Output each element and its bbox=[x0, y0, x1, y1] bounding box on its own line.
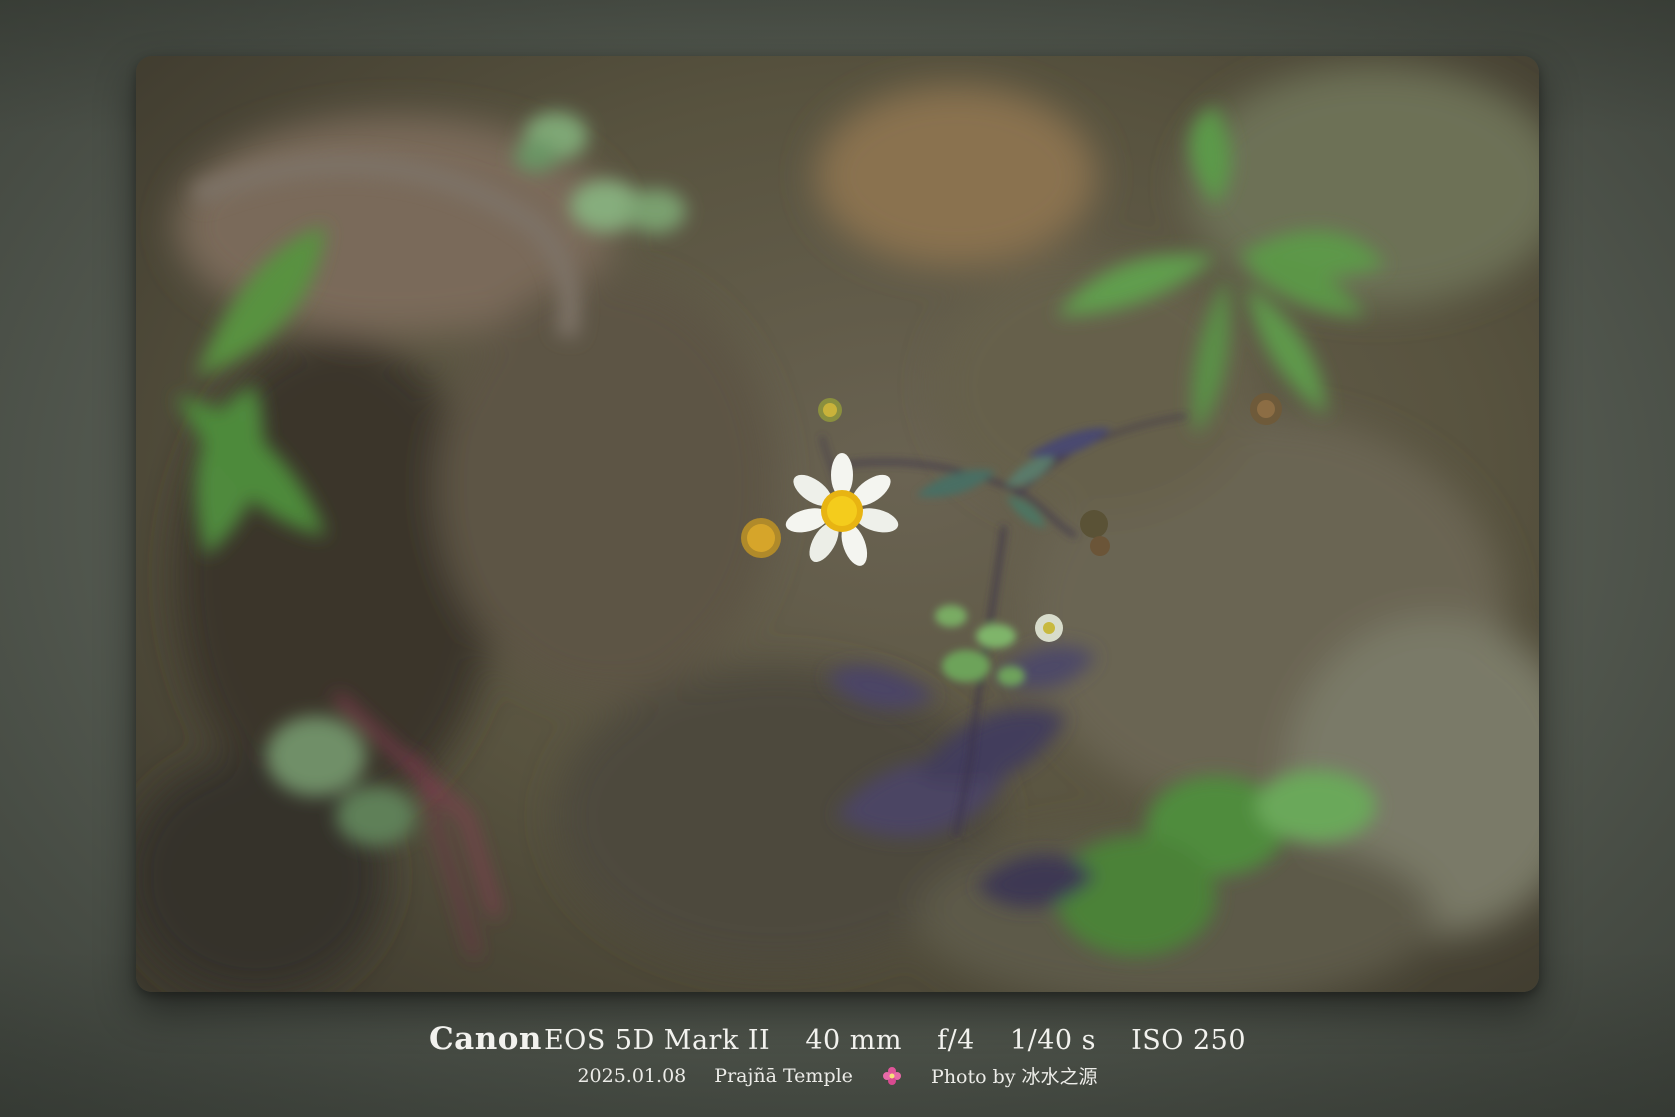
iso: ISO 250 bbox=[1131, 1025, 1247, 1056]
shutter-speed: 1/40 s bbox=[1009, 1025, 1097, 1056]
flower-icon bbox=[881, 1064, 903, 1087]
photo-image bbox=[136, 56, 1539, 992]
photo-details: 2025.01.08 Prajñā Temple Photo by 冰水之源 bbox=[0, 1062, 1675, 1089]
photo bbox=[136, 56, 1539, 992]
camera-model: EOS 5D Mark II bbox=[543, 1025, 771, 1056]
aperture: f/4 bbox=[937, 1025, 975, 1056]
focal-length: 40 mm bbox=[805, 1025, 902, 1056]
location: Prajñā Temple bbox=[714, 1064, 853, 1087]
camera-info: CanonEOS 5D Mark II 40 mm f/4 1/40 s ISO… bbox=[0, 1021, 1675, 1057]
photo-credit: Photo by 冰水之源 bbox=[931, 1066, 1098, 1088]
camera-brand: Canon bbox=[428, 1021, 542, 1057]
date: 2025.01.08 bbox=[577, 1064, 687, 1087]
